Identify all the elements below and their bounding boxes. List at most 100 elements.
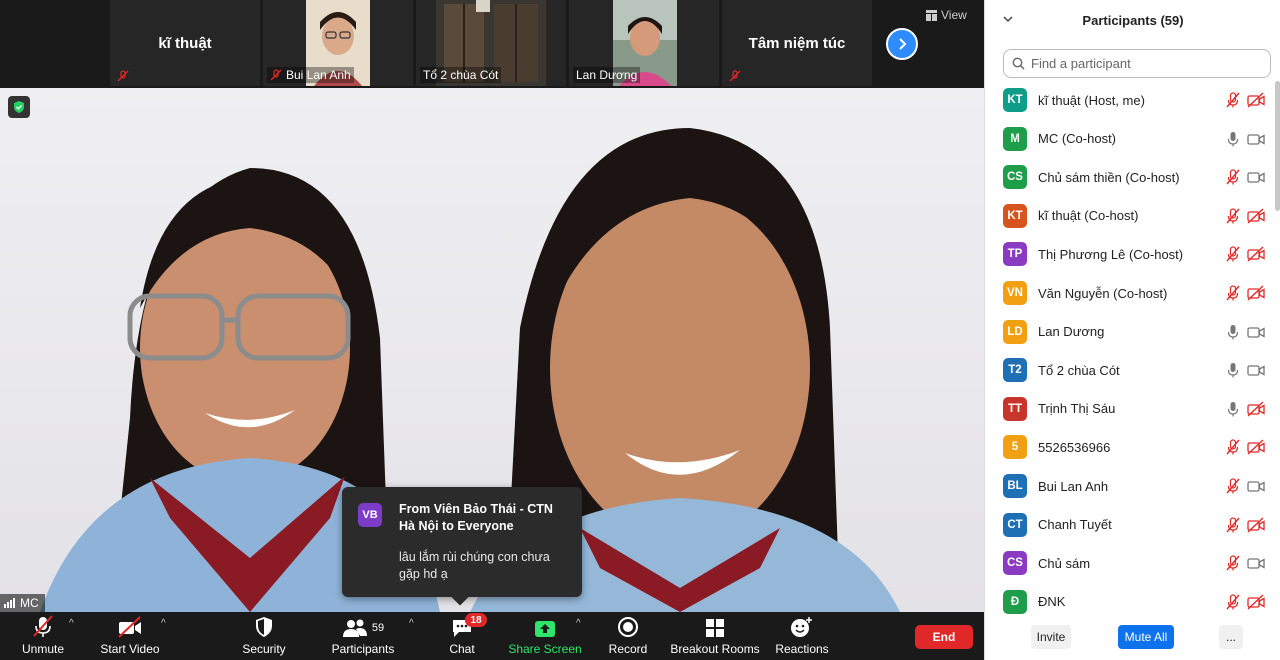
panel-scrollbar[interactable] (1275, 81, 1280, 211)
record-label: Record (608, 642, 648, 656)
participant-row[interactable]: T2 Tổ 2 chùa Cót (985, 351, 1275, 389)
chevron-right-icon (899, 38, 907, 50)
participants-options-caret[interactable]: ^ (409, 618, 414, 629)
share-screen-button[interactable]: Share Screen (508, 612, 582, 660)
participant-name: Thị Phương Lê (Co-host) (1038, 246, 1184, 262)
participant-name: Văn Nguyễn (Co-host) (1038, 285, 1168, 301)
participant-row[interactable]: BL Bui Lan Anh (985, 467, 1275, 505)
chat-message: lâu lắm rùi chúng con chưa gặp hd ạ (399, 550, 550, 581)
video-options-caret[interactable]: ^ (161, 618, 166, 629)
participant-row[interactable]: CT Chanh Tuyết (985, 506, 1275, 544)
participant-search[interactable] (1003, 49, 1271, 78)
mic-muted-icon[interactable] (1225, 285, 1241, 301)
tile-label-text: Tổ 2 chùa Cót (423, 68, 499, 82)
audio-options-caret[interactable]: ^ (69, 618, 74, 629)
participant-avatar: CS (1003, 165, 1027, 190)
invite-button[interactable]: Invite (1031, 625, 1071, 649)
video-strip: kĩ thuật Bui Lan Anh Tổ 2 chùa Cót Lan D… (0, 0, 984, 88)
panel-footer: Invite Mute All ... (985, 614, 1280, 660)
video-icon (1247, 478, 1265, 494)
video-off-icon (1247, 246, 1265, 262)
participant-name: Chủ sám (1038, 555, 1091, 571)
participant-row[interactable]: LD Lan Dương (985, 313, 1275, 351)
mic-muted-icon[interactable] (1225, 246, 1241, 262)
mic-icon[interactable] (1225, 324, 1241, 340)
mic-muted-icon[interactable] (1225, 478, 1241, 494)
participant-row[interactable]: CS Chủ sám thiền (Co-host) (985, 158, 1275, 196)
video-tile[interactable]: kĩ thuật (110, 0, 260, 86)
search-input[interactable] (1031, 56, 1251, 71)
participant-avatar: TT (1003, 396, 1027, 421)
next-page-button[interactable] (886, 28, 918, 60)
participant-row[interactable]: M MC (Co-host) (985, 120, 1275, 158)
participant-avatar: KT (1003, 203, 1027, 228)
mic-muted-icon[interactable] (1225, 516, 1241, 533)
chevron-down-icon[interactable] (1003, 14, 1013, 24)
participant-row[interactable]: Đ ĐNK (985, 583, 1275, 614)
more-options-button[interactable]: ... (1219, 625, 1243, 649)
participant-row[interactable]: TT Trịnh Thị Sáu (985, 390, 1275, 428)
video-tile[interactable]: Bui Lan Anh (263, 0, 413, 86)
chat-notification[interactable]: VB From Viên Bảo Thái - CTN Hà Nội to Ev… (342, 487, 582, 606)
mic-muted-icon[interactable] (1225, 594, 1241, 610)
mic-muted-icon[interactable] (1225, 555, 1241, 571)
participant-row[interactable]: KT kĩ thuật (Host, me) (985, 81, 1275, 119)
reactions-button[interactable]: Reactions (772, 612, 832, 660)
speaker-name: MC (20, 596, 39, 610)
video-tile[interactable]: Tâm niệm túc (722, 0, 872, 86)
participant-name: Lan Dương (1038, 324, 1105, 340)
participant-name: Chanh Tuyết (1038, 517, 1112, 533)
end-meeting-button[interactable]: End (915, 625, 973, 649)
participant-name: kĩ thuật (Host, me) (1038, 92, 1145, 108)
mic-muted-icon[interactable] (1225, 439, 1241, 455)
record-button[interactable]: Record (606, 612, 650, 660)
share-options-caret[interactable]: ^ (576, 618, 581, 629)
mic-muted-icon[interactable] (1225, 92, 1241, 108)
breakout-rooms-button[interactable]: Breakout Rooms (670, 612, 760, 660)
participant-row[interactable]: VN Văn Nguyễn (Co-host) (985, 274, 1275, 312)
participant-row[interactable]: 5 5526536966 (985, 428, 1275, 466)
tile-label (726, 69, 744, 83)
mic-muted-icon[interactable] (1225, 169, 1241, 185)
participant-row[interactable]: CS Chủ sám (985, 544, 1275, 582)
video-icon (1247, 555, 1265, 571)
meeting-area: kĩ thuật Bui Lan Anh Tổ 2 chùa Cót Lan D… (0, 0, 984, 660)
participant-name: 5526536966 (1038, 439, 1111, 455)
video-tile[interactable]: Lan Dương (569, 0, 719, 86)
signal-bars-icon (4, 598, 15, 608)
video-tile[interactable]: Tổ 2 chùa Cót (416, 0, 566, 86)
participant-name: Chủ sám thiền (Co-host) (1038, 169, 1180, 185)
unmute-button[interactable]: Unmute (16, 612, 70, 660)
participant-avatar: M (1003, 126, 1027, 151)
participants-icon (342, 619, 367, 637)
speaker-name-tag: MC (0, 594, 45, 612)
reactions-icon (791, 617, 812, 637)
mute-all-button[interactable]: Mute All (1118, 625, 1174, 649)
security-label: Security (242, 642, 286, 656)
panel-header: Participants (59) (985, 0, 1280, 40)
mic-icon[interactable] (1225, 131, 1241, 147)
mic-muted-icon[interactable] (1225, 208, 1241, 224)
tile-label-text: Lan Dương (576, 68, 638, 82)
view-button[interactable]: View (926, 8, 967, 22)
sender-avatar: VB (358, 503, 382, 527)
unmute-label: Unmute (21, 642, 65, 656)
start-video-button[interactable]: Start Video (98, 612, 162, 660)
security-button[interactable]: Security (238, 612, 290, 660)
chat-label: Chat (449, 642, 475, 656)
participant-avatar: VN (1003, 281, 1027, 305)
participants-button[interactable]: 59 Participants (330, 612, 396, 660)
participant-avatar: Đ (1003, 589, 1027, 614)
encryption-shield-icon[interactable] (8, 96, 30, 118)
participant-name: Trịnh Thị Sáu (1038, 401, 1116, 417)
tile-label (114, 69, 132, 83)
participant-name: kĩ thuật (Co-host) (1038, 208, 1139, 224)
start-video-label: Start Video (100, 642, 160, 656)
participant-row[interactable]: TP Thị Phương Lê (Co-host) (985, 235, 1275, 273)
participant-row[interactable]: KT kĩ thuật (Co-host) (985, 197, 1275, 235)
record-icon (618, 617, 638, 637)
mic-icon[interactable] (1225, 401, 1241, 417)
mic-icon[interactable] (1225, 362, 1241, 378)
grid-view-icon (926, 9, 937, 21)
participant-avatar: CS (1003, 551, 1027, 576)
